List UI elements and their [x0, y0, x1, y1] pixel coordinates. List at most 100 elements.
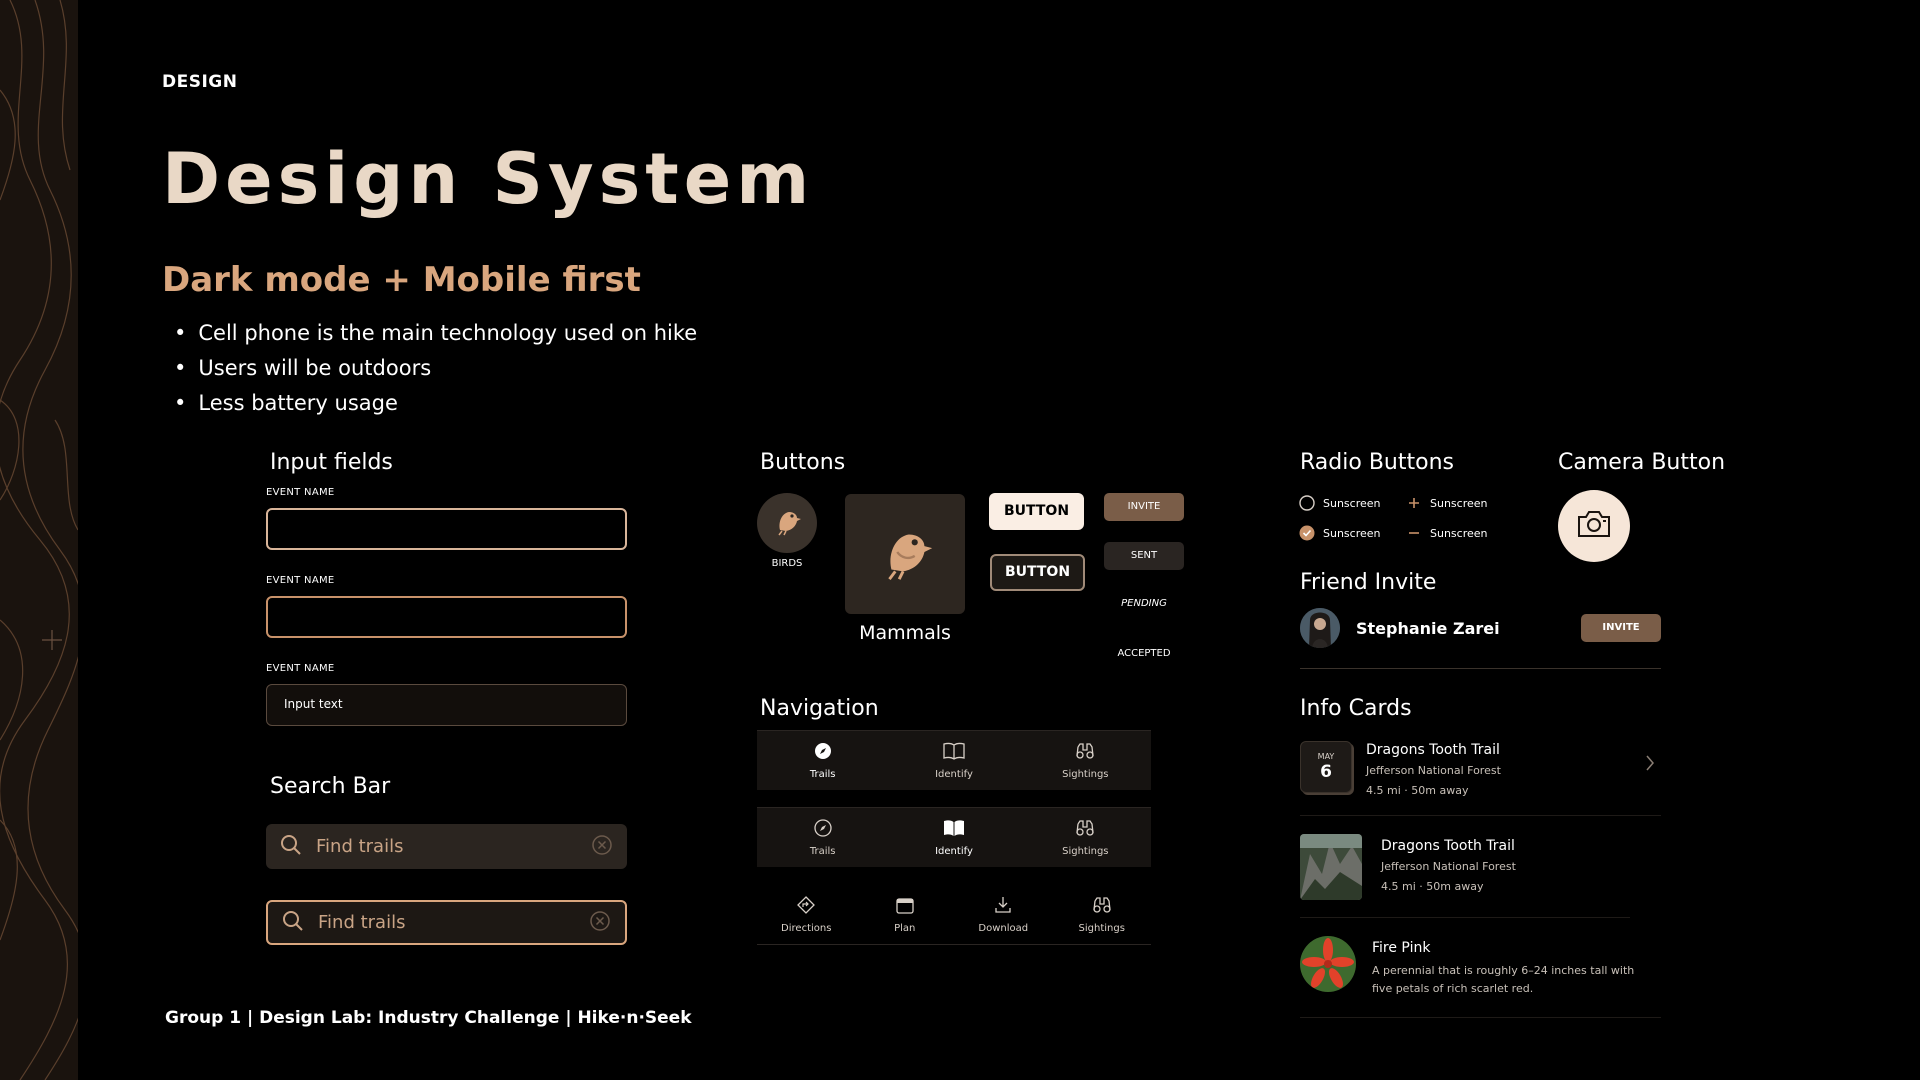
bullet-item: Less battery usage: [174, 386, 697, 421]
card-title: Dragons Tooth Trail: [1381, 838, 1515, 854]
date-day: 6: [1320, 762, 1332, 782]
nav-label: Plan: [894, 922, 916, 934]
camera-icon: [1576, 509, 1612, 543]
friend-invite-button[interactable]: INVITE: [1581, 614, 1661, 642]
binoculars-icon: [1075, 742, 1095, 764]
birds-label: BIRDS: [771, 558, 803, 569]
book-icon: [943, 819, 965, 841]
bottom-nav-trails-active: Trails Identify Sightings: [757, 730, 1151, 790]
nav-label: Download: [978, 922, 1029, 934]
card-title: Dragons Tooth Trail: [1366, 742, 1500, 758]
event-name-field-active[interactable]: [266, 596, 627, 638]
card-subtitle: Jefferson National Forest: [1366, 764, 1501, 777]
eyebrow-label: DESIGN: [162, 72, 238, 92]
topographic-pattern: [0, 0, 78, 1080]
accepted-chip: ACCEPTED: [1117, 648, 1171, 659]
radio-checked-icon: [1299, 525, 1315, 541]
nav-label: Sightings: [1078, 922, 1125, 934]
nav-item-sightings[interactable]: Sightings: [1020, 808, 1151, 867]
radio-empty-icon: [1299, 495, 1315, 511]
friend-invite-heading: Friend Invite: [1300, 570, 1437, 595]
primary-button[interactable]: BUTTON: [989, 493, 1084, 530]
bottom-nav-identify-active: Trails Identify Sightings: [757, 807, 1151, 867]
action-bar: Directions Plan Download Sightings: [757, 885, 1151, 945]
compass-icon: [814, 818, 832, 841]
nav-item-download[interactable]: Download: [954, 885, 1053, 944]
info-card-trail[interactable]: Dragons Tooth Trail Jefferson National F…: [1300, 832, 1630, 918]
search-placeholder: Find trails: [318, 912, 406, 933]
bird-icon: [872, 519, 938, 589]
invite-chip[interactable]: INVITE: [1104, 493, 1184, 521]
clear-icon[interactable]: [589, 910, 611, 936]
date-month: MAY: [1317, 752, 1335, 761]
minus-icon: [1406, 525, 1422, 541]
nav-item-sightings[interactable]: Sightings: [1053, 885, 1152, 944]
clear-icon[interactable]: [591, 834, 613, 860]
event-name-field-filled[interactable]: Input text: [266, 684, 627, 726]
friend-name: Stephanie Zarei: [1356, 619, 1500, 638]
nav-label: Trails: [809, 845, 836, 857]
page-title: Design System: [162, 138, 815, 220]
nav-item-trails[interactable]: Trails: [757, 731, 888, 790]
bullet-list: Cell phone is the main technology used o…: [174, 316, 697, 421]
camera-button-heading: Camera Button: [1558, 450, 1726, 475]
radio-label: Sunscreen: [1430, 526, 1488, 540]
radio-label: Sunscreen: [1323, 526, 1381, 540]
search-placeholder: Find trails: [316, 836, 404, 857]
nav-label: Sightings: [1062, 845, 1109, 857]
mammals-category-tile[interactable]: [845, 494, 965, 614]
card-title: Fire Pink: [1372, 940, 1431, 956]
compass-icon: [814, 742, 832, 764]
search-icon: [280, 834, 302, 860]
birds-category-button[interactable]: [757, 493, 817, 553]
input-fields-heading: Input fields: [270, 450, 393, 475]
nav-item-directions[interactable]: Directions: [757, 885, 856, 944]
radio-label: Sunscreen: [1430, 496, 1488, 510]
binoculars-icon: [1075, 819, 1095, 841]
camera-button[interactable]: [1558, 490, 1630, 562]
directions-icon: [797, 895, 816, 918]
nav-item-identify[interactable]: Identify: [888, 808, 1019, 867]
info-card-event[interactable]: MAY 6 Dragons Tooth Trail Jefferson Nati…: [1300, 738, 1661, 816]
navigation-heading: Navigation: [760, 696, 879, 721]
nav-item-trails[interactable]: Trails: [757, 808, 888, 867]
calendar-icon: [896, 896, 914, 918]
field-label: EVENT NAME: [266, 663, 335, 674]
nav-item-sightings[interactable]: Sightings: [1020, 731, 1151, 790]
nav-label: Sightings: [1062, 768, 1109, 780]
search-icon: [282, 910, 304, 936]
nav-label: Identify: [935, 845, 973, 857]
field-label: EVENT NAME: [266, 575, 335, 586]
nav-label: Directions: [781, 922, 832, 934]
binoculars-icon: [1092, 896, 1112, 918]
nav-item-plan[interactable]: Plan: [856, 885, 955, 944]
plus-icon: [1406, 495, 1422, 511]
chevron-right-icon[interactable]: [1645, 754, 1655, 776]
search-bar-heading: Search Bar: [270, 774, 391, 799]
nav-item-identify[interactable]: Identify: [888, 731, 1019, 790]
secondary-button[interactable]: BUTTON: [990, 554, 1085, 591]
nav-label: Identify: [935, 768, 973, 780]
event-name-field-focused[interactable]: [266, 508, 627, 550]
bullet-item: Cell phone is the main technology used o…: [174, 316, 697, 351]
search-input[interactable]: Find trails: [266, 824, 627, 869]
divider: [1300, 668, 1661, 669]
radio-option-remove[interactable]: Sunscreen: [1406, 524, 1488, 542]
download-icon: [994, 896, 1012, 918]
bird-icon: [770, 504, 804, 542]
radio-option-checked[interactable]: Sunscreen: [1299, 524, 1381, 542]
bullet-item: Users will be outdoors: [174, 351, 697, 386]
flower-photo: [1300, 936, 1356, 992]
footer: Group 1 | Design Lab: Industry Challenge…: [165, 1008, 692, 1028]
card-description: A perennial that is roughly 6–24 inches …: [1372, 964, 1635, 995]
radio-option-unchecked[interactable]: Sunscreen: [1299, 494, 1381, 512]
radio-option-add[interactable]: Sunscreen: [1406, 494, 1488, 512]
date-badge: MAY 6: [1300, 741, 1352, 793]
book-icon: [943, 742, 965, 764]
radio-buttons-heading: Radio Buttons: [1300, 450, 1454, 475]
search-input-focused[interactable]: Find trails: [266, 900, 627, 945]
pending-chip: PENDING: [1121, 598, 1167, 609]
card-meta: 4.5 mi · 50m away: [1381, 880, 1484, 893]
info-card-flower[interactable]: Fire Pink A perennial that is roughly 6–…: [1300, 934, 1661, 1018]
page-subtitle: Dark mode + Mobile first: [162, 260, 641, 300]
